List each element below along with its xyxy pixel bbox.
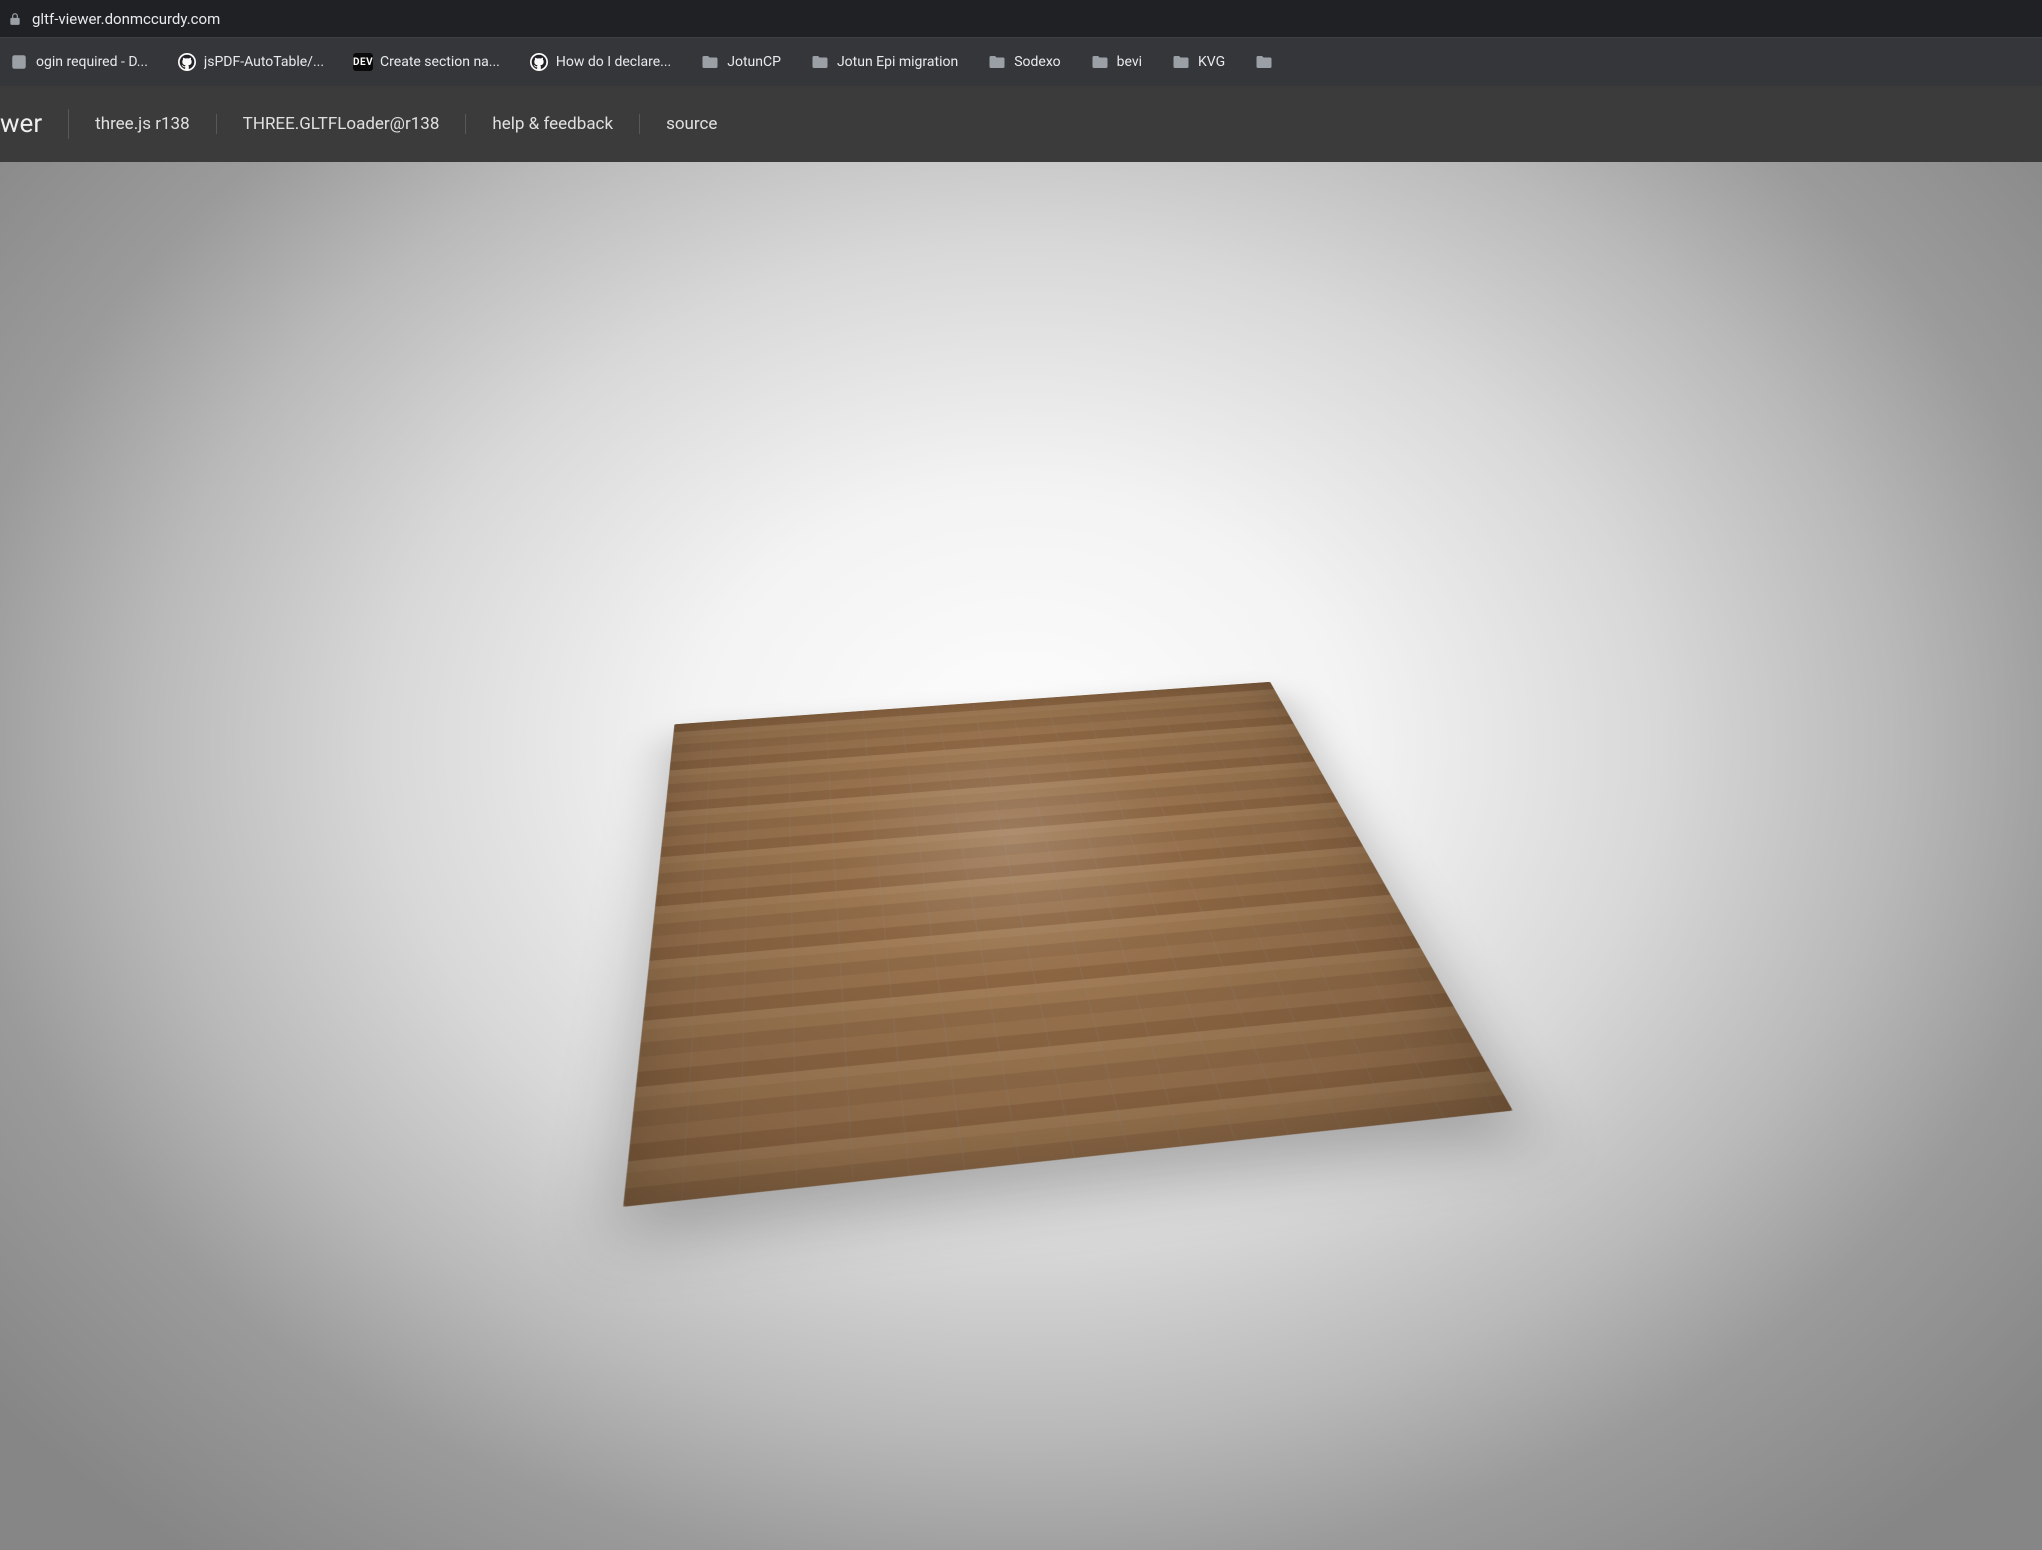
lock-icon <box>8 12 22 26</box>
bookmark-label: Sodexo <box>1014 54 1060 70</box>
folder-icon <box>1172 53 1190 71</box>
header-link-gltfloader[interactable]: THREE.GLTFLoader@r138 <box>217 114 467 134</box>
bookmark-label: KVG <box>1198 54 1225 70</box>
address-url[interactable]: gltf-viewer.donmccurdy.com <box>32 10 220 28</box>
wood-floor-plane <box>623 682 1513 1207</box>
bookmark-item[interactable] <box>1249 49 1279 75</box>
bookmark-item[interactable]: Sodexo <box>982 49 1066 75</box>
bookmark-item[interactable]: KVG <box>1166 49 1231 75</box>
bookmark-item[interactable]: ogin required - D... <box>4 49 154 75</box>
folder-icon <box>1091 53 1109 71</box>
bookmark-item[interactable]: How do I declare... <box>524 49 677 75</box>
github-icon <box>178 53 196 71</box>
bookmark-item[interactable]: DEV Create section na... <box>348 49 506 75</box>
header-link-source[interactable]: source <box>640 114 743 134</box>
bookmark-item[interactable]: bevi <box>1085 49 1148 75</box>
bookmark-label: Create section na... <box>380 54 500 70</box>
folder-icon <box>811 53 829 71</box>
bookmarks-bar: ogin required - D... jsPDF-AutoTable/... D… <box>0 38 2042 86</box>
browser-address-bar: gltf-viewer.donmccurdy.com <box>0 0 2042 38</box>
bookmark-label: ogin required - D... <box>36 54 148 70</box>
model-wrap <box>661 524 1381 1244</box>
folder-icon <box>988 53 1006 71</box>
bookmark-label: JotunCP <box>727 54 781 70</box>
bookmark-item[interactable]: Jotun Epi migration <box>805 49 964 75</box>
bookmark-label: bevi <box>1117 54 1142 70</box>
app-header: wer three.js r138 THREE.GLTFLoader@r138 … <box>0 86 2042 162</box>
header-link-threejs[interactable]: three.js r138 <box>69 114 217 134</box>
bookmark-label: jsPDF-AutoTable/... <box>204 54 324 70</box>
dev-icon: DEV <box>354 53 372 71</box>
viewport-3d[interactable] <box>0 162 2042 1550</box>
bookmark-label: Jotun Epi migration <box>837 54 958 70</box>
bookmark-label: How do I declare... <box>556 54 671 70</box>
app-title: wer <box>0 109 69 139</box>
folder-icon <box>701 53 719 71</box>
header-link-help[interactable]: help & feedback <box>466 114 640 134</box>
bookmark-item[interactable]: jsPDF-AutoTable/... <box>172 49 330 75</box>
github-icon <box>530 53 548 71</box>
bookmark-item[interactable]: JotunCP <box>695 49 787 75</box>
site-icon <box>10 53 28 71</box>
folder-icon <box>1255 53 1273 71</box>
